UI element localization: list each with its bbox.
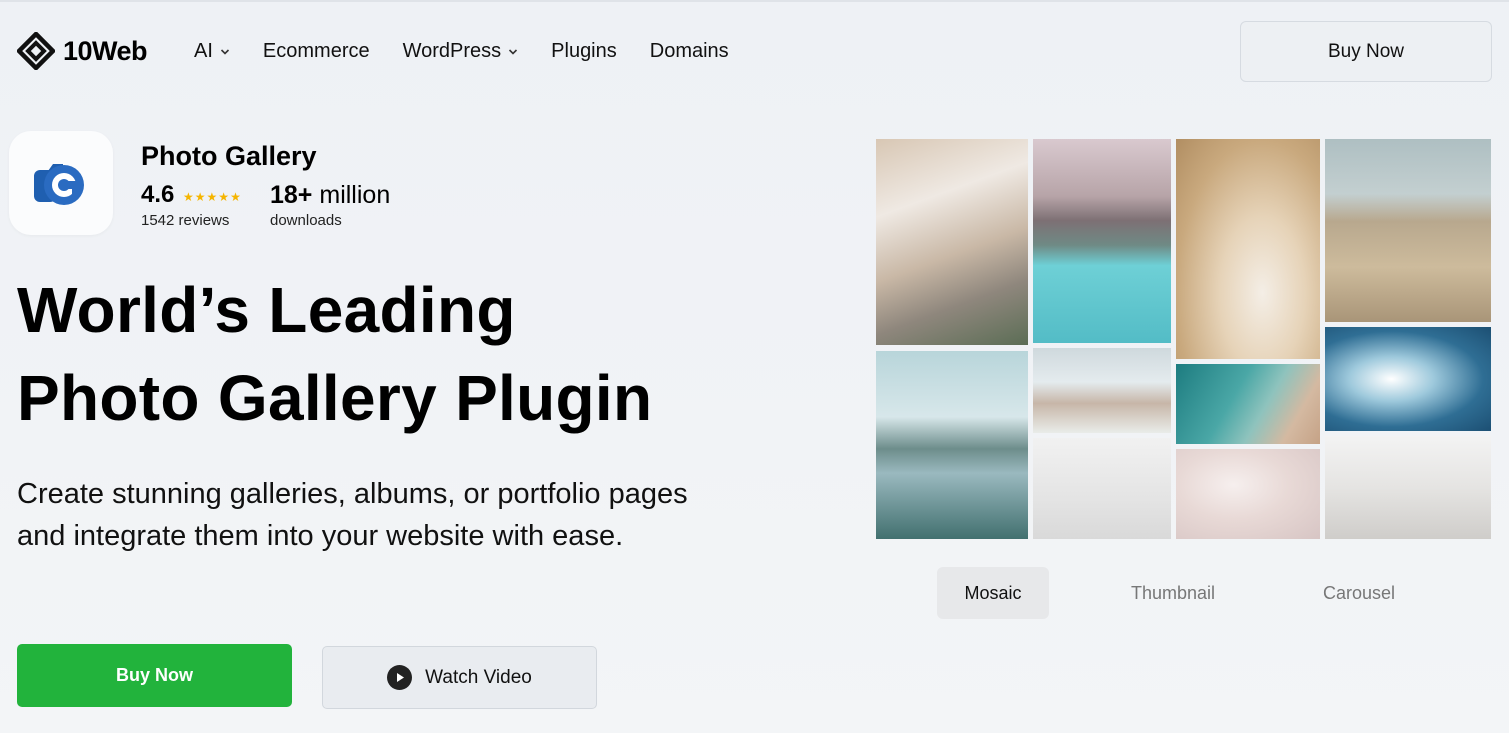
gallery-image-desk (1033, 438, 1171, 539)
watch-video-button[interactable]: Watch Video (322, 646, 597, 709)
nav-item-wordpress[interactable]: WordPress (403, 40, 519, 63)
top-border (0, 0, 1509, 2)
photo-gallery-camera-icon (34, 164, 84, 205)
watch-video-label: Watch Video (425, 666, 532, 688)
gallery-image-waves (1325, 327, 1491, 431)
page-title: World’s Leading Photo Gallery Plugin (17, 266, 652, 442)
main-nav: AI Ecommerce WordPress Plugins Domains (194, 40, 762, 63)
star-icon: ★ (218, 190, 230, 204)
gallery-image-mountain-lake (1033, 139, 1171, 343)
nav-item-ecommerce[interactable]: Ecommerce (263, 40, 370, 63)
nav-item-label: Domains (649, 40, 729, 62)
10web-logo-icon (17, 32, 55, 70)
nav-item-label: Plugins (551, 40, 617, 62)
star-icon: ★ (230, 190, 241, 204)
logo-text: 10Web (63, 35, 148, 66)
gallery-image-pillows (876, 139, 1028, 345)
nav-item-plugins[interactable]: Plugins (551, 40, 617, 63)
subtitle-line: and integrate them into your website wit… (17, 520, 624, 552)
title-line: Photo Gallery Plugin (17, 362, 653, 434)
reviews-count: 1542 reviews (141, 212, 230, 229)
subtitle-line: Create stunning galleries, albums, or po… (17, 478, 688, 510)
hero-subtitle: Create stunning galleries, albums, or po… (17, 473, 817, 557)
star-icon: ★ (206, 190, 218, 204)
buy-now-button[interactable]: Buy Now (17, 644, 292, 707)
rating-stars: ★ ★ ★ ★ ★ (183, 191, 241, 203)
nav-item-ai[interactable]: AI (194, 40, 230, 63)
nav-item-label: AI (194, 40, 213, 62)
chevron-down-icon (220, 48, 229, 55)
gallery-image-ornate-ceiling (1325, 436, 1491, 539)
nav-item-domains[interactable]: Domains (650, 40, 729, 63)
tab-carousel[interactable]: Carousel (1299, 567, 1419, 619)
rating-value: 4.6 (141, 181, 175, 208)
gallery-image-clouds (1176, 449, 1320, 539)
plugin-icon (9, 131, 113, 235)
gallery-view-tabs: Mosaic Thumbnail Carousel (937, 567, 1419, 619)
gallery-image-snowy-forest (1033, 348, 1171, 433)
play-icon (387, 665, 413, 690)
downloads-count: 18+ million (270, 181, 390, 210)
header-buy-now-button[interactable]: Buy Now (1240, 21, 1492, 82)
star-icon: ★ (183, 190, 194, 204)
downloads-label: downloads (270, 212, 342, 229)
downloads-unit: million (319, 181, 391, 209)
tab-mosaic[interactable]: Mosaic (937, 567, 1049, 619)
chevron-down-icon (509, 48, 518, 55)
logo[interactable]: 10Web (17, 32, 148, 70)
title-line: World’s Leading (17, 274, 516, 346)
nav-item-label: Ecommerce (262, 40, 370, 62)
star-icon: ★ (194, 190, 206, 204)
tab-thumbnail[interactable]: Thumbnail (1103, 567, 1243, 619)
nav-item-label: WordPress (402, 40, 502, 62)
gallery-image-building (1325, 139, 1491, 322)
gallery-image-lake-reflection (876, 351, 1028, 539)
plugin-name: Photo Gallery (141, 141, 317, 171)
downloads-number: 18+ (270, 181, 313, 209)
gallery-image-arched-hall (1176, 139, 1320, 359)
gallery-image-beach (1176, 364, 1320, 444)
